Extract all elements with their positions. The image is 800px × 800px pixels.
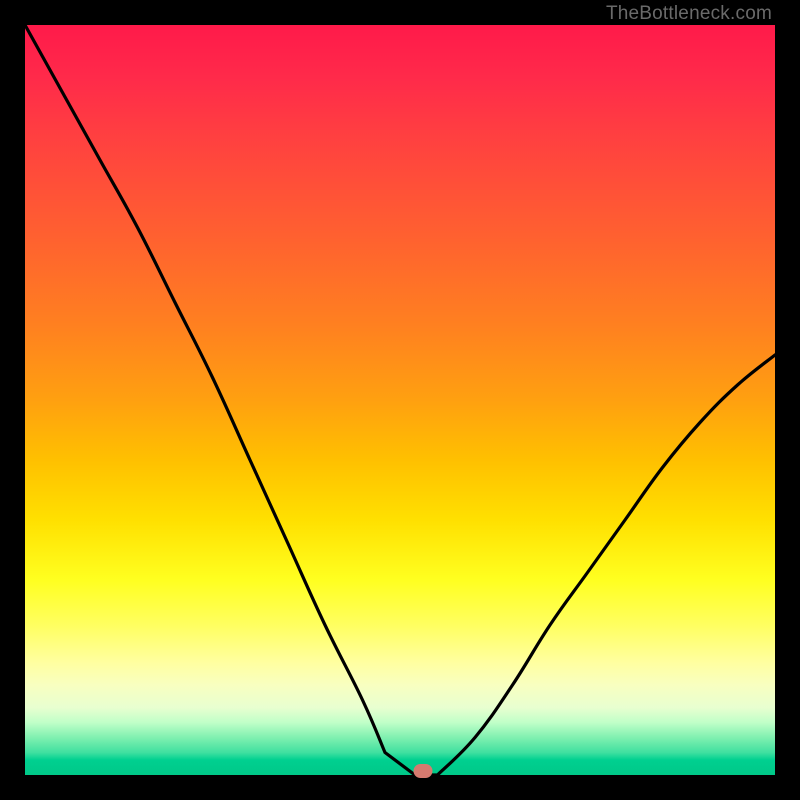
attribution-text: TheBottleneck.com	[606, 3, 772, 25]
plot-area	[25, 25, 775, 775]
optimal-point-marker	[413, 764, 432, 778]
chart-container: TheBottleneck.com	[0, 0, 800, 800]
bottleneck-curve	[25, 25, 775, 775]
